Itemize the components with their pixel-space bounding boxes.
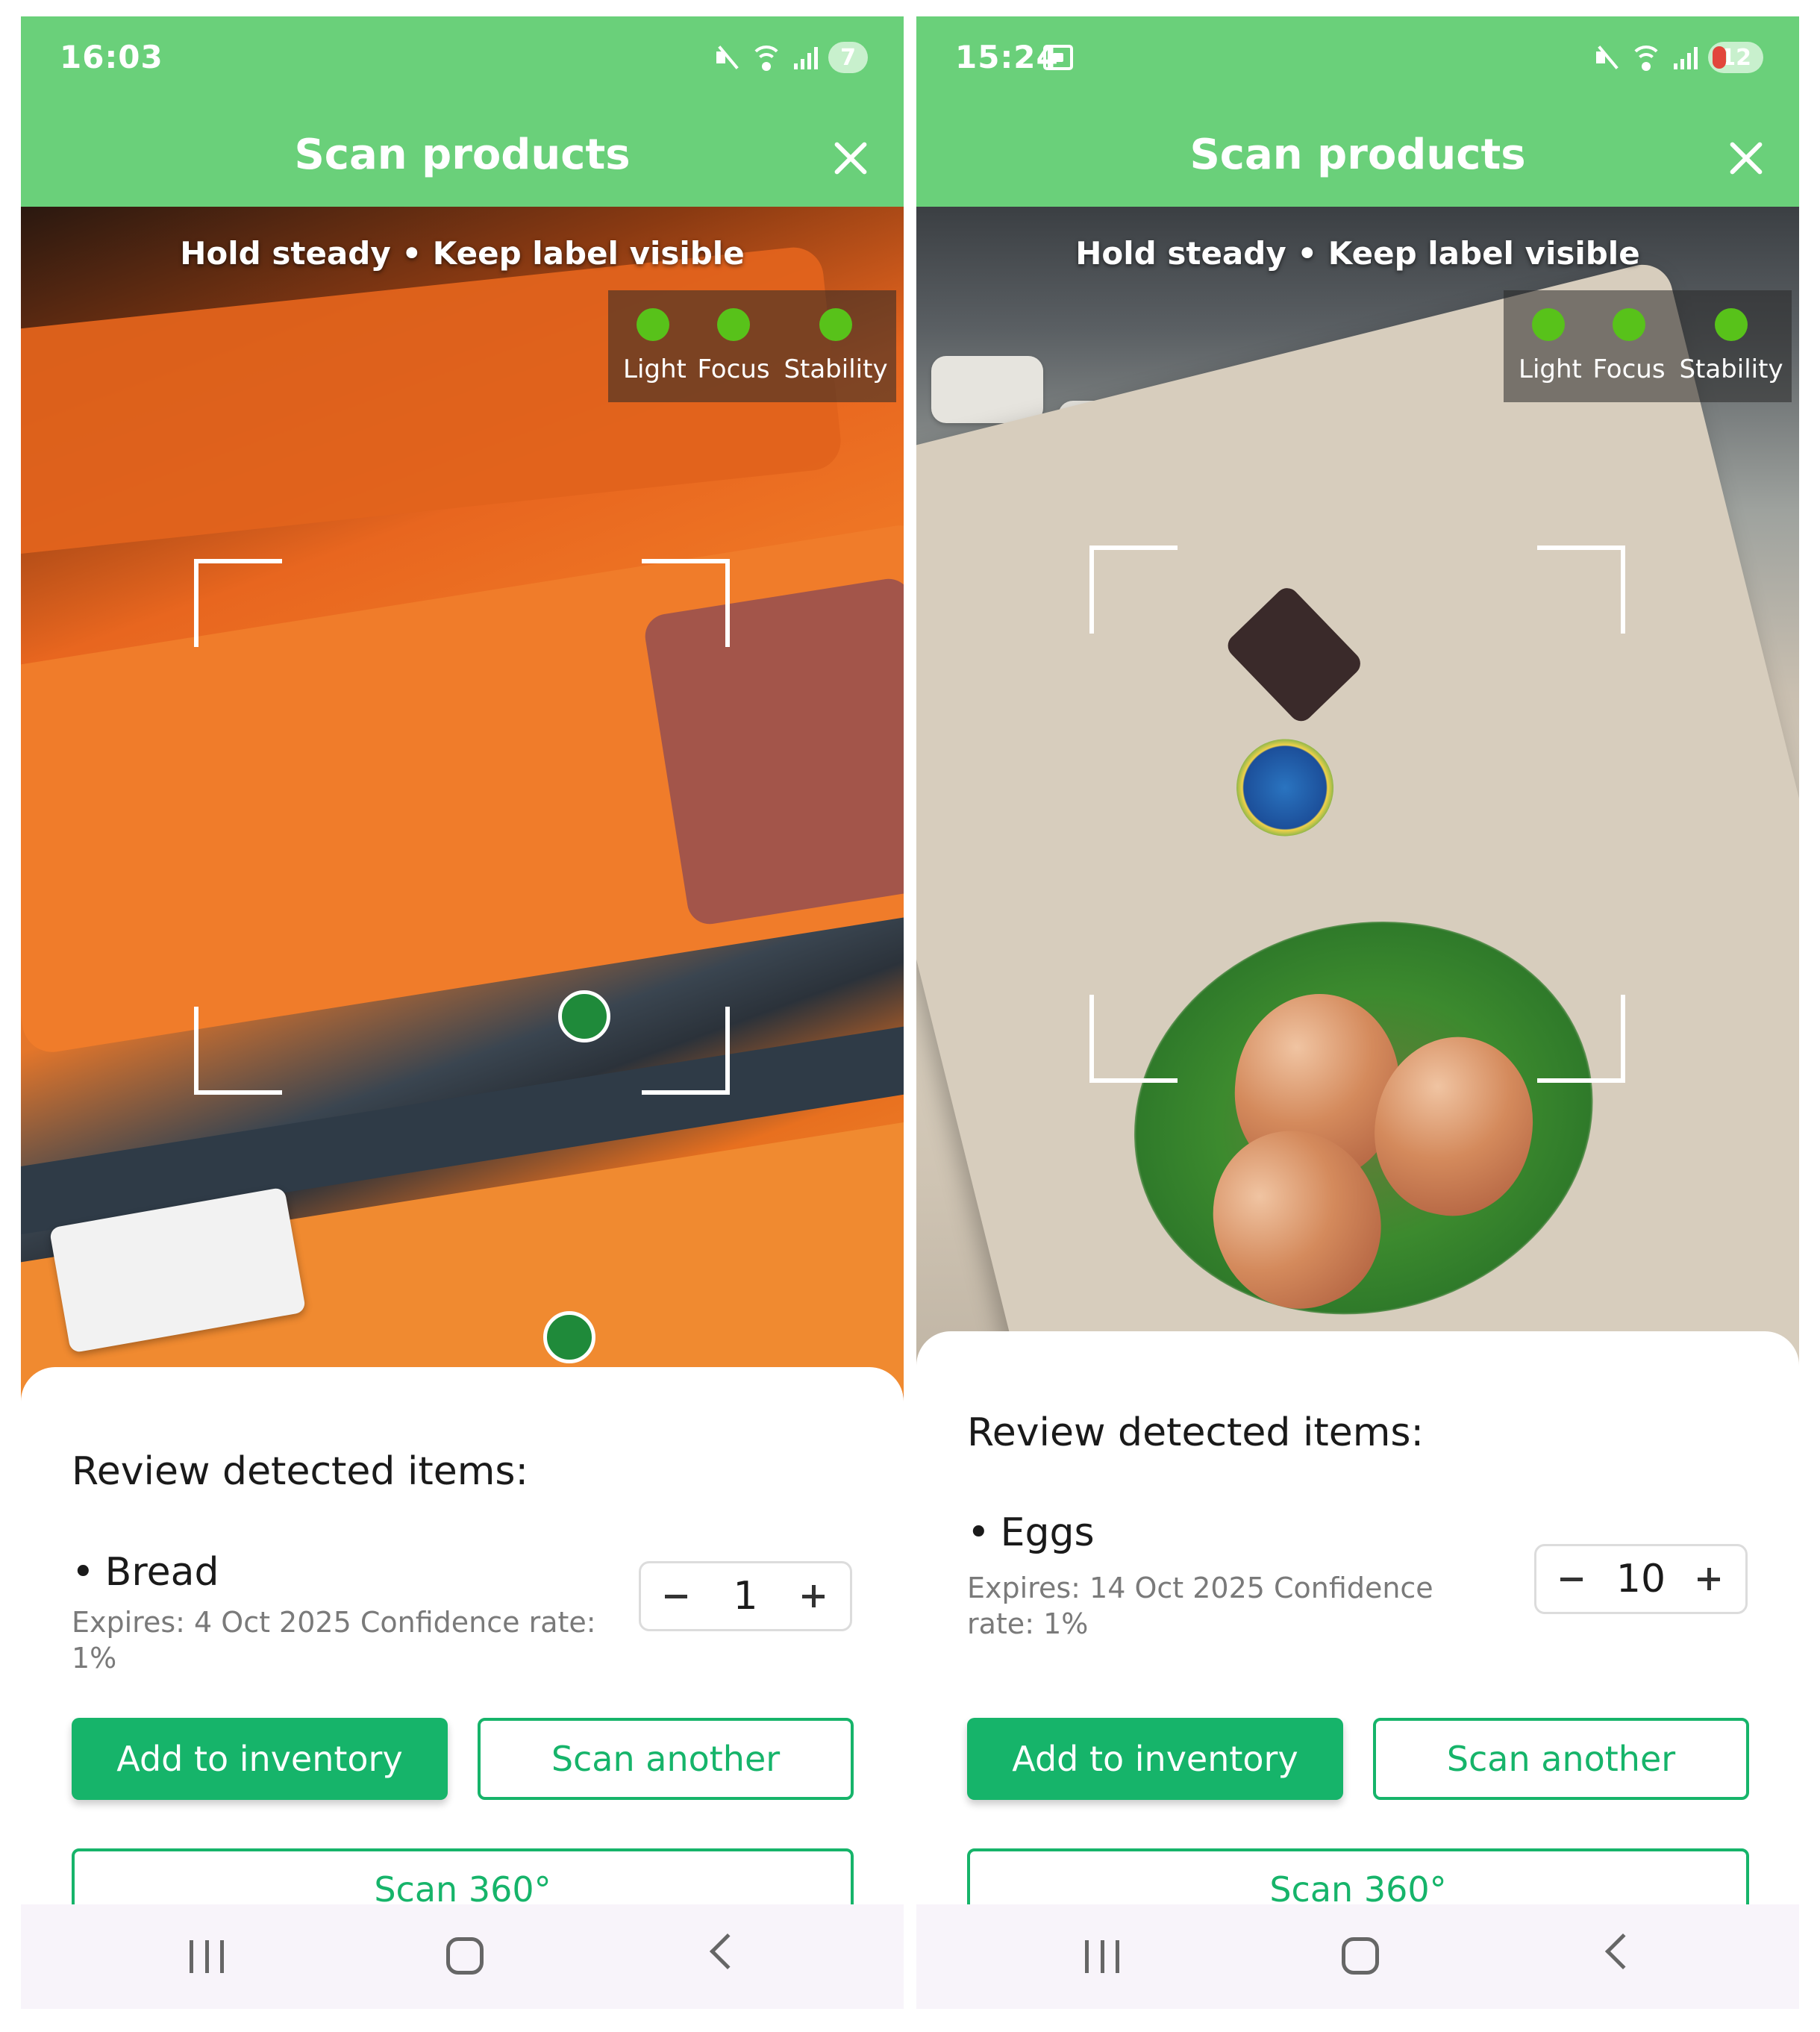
recent-apps-icon[interactable] bbox=[190, 1940, 224, 1973]
system-nav-bar bbox=[21, 1904, 904, 2009]
camera-scene-shelf-item bbox=[931, 356, 1043, 423]
wifi-icon bbox=[749, 44, 784, 71]
scan-another-button[interactable]: Scan another bbox=[478, 1718, 854, 1800]
scan-hint: Hold steady • Keep label visible bbox=[180, 235, 745, 272]
indicator-label: Focus bbox=[1592, 354, 1666, 384]
status-dot-icon bbox=[717, 308, 750, 341]
frame-corner bbox=[194, 559, 282, 647]
status-dot-icon bbox=[1715, 308, 1748, 341]
frame-corner bbox=[1089, 545, 1178, 634]
indicator-label: Stability bbox=[1679, 354, 1783, 384]
minus-icon[interactable] bbox=[660, 1580, 693, 1613]
add-to-inventory-button[interactable]: Add to inventory bbox=[72, 1718, 448, 1800]
indicator-label: Light bbox=[623, 354, 687, 384]
home-icon[interactable] bbox=[1342, 1937, 1379, 1975]
signal-icon bbox=[1674, 46, 1698, 69]
detected-item-name: Eggs bbox=[967, 1510, 1095, 1555]
frame-corner bbox=[194, 1007, 282, 1095]
status-bar: 16:03 7 bbox=[21, 16, 904, 110]
frame-corner bbox=[1089, 995, 1178, 1083]
status-time: 16:03 bbox=[60, 39, 163, 75]
frame-corner bbox=[1537, 545, 1625, 634]
quantity-stepper: 10 bbox=[1534, 1544, 1748, 1614]
status-dot-icon bbox=[637, 308, 669, 341]
camera-scene-badge bbox=[543, 1311, 595, 1363]
signal-icon bbox=[794, 46, 819, 69]
phone-screen-bread: 16:03 7 Scan products Hold steady • Keep… bbox=[21, 16, 904, 2009]
indicator-label: Stability bbox=[784, 354, 888, 384]
indicator-focus: Focus bbox=[1592, 308, 1666, 384]
app-header: Scan products bbox=[916, 110, 1799, 207]
review-title: Review detected items: bbox=[967, 1410, 1425, 1455]
frame-corner bbox=[1537, 995, 1625, 1083]
scan-hint: Hold steady • Keep label visible bbox=[1075, 235, 1640, 272]
review-title: Review detected items: bbox=[72, 1449, 529, 1494]
quantity-value[interactable]: 10 bbox=[1616, 1557, 1666, 1601]
minus-icon[interactable] bbox=[1556, 1563, 1589, 1595]
phone-screen-eggs: 15:24 12 Scan products Hold steady • Kee… bbox=[916, 16, 1799, 2009]
back-icon[interactable] bbox=[1604, 1933, 1642, 1970]
indicator-light: Light bbox=[623, 308, 687, 384]
review-sheet: Review detected items: Bread Expires: 4 … bbox=[21, 1367, 904, 1934]
status-dot-icon bbox=[1532, 308, 1565, 341]
indicator-label: Focus bbox=[697, 354, 770, 384]
scan-frame bbox=[1089, 545, 1625, 1083]
mute-icon bbox=[716, 45, 739, 70]
mute-icon bbox=[1596, 45, 1619, 70]
status-bar: 15:24 12 bbox=[916, 16, 1799, 110]
wifi-icon bbox=[1629, 44, 1663, 71]
status-dot-icon bbox=[819, 308, 852, 341]
indicator-focus: Focus bbox=[696, 308, 771, 384]
battery-indicator: 12 bbox=[1708, 42, 1763, 73]
plus-icon[interactable] bbox=[798, 1580, 831, 1613]
review-sheet: Review detected items: Eggs Expires: 14 … bbox=[916, 1331, 1799, 1934]
status-icons: 7 bbox=[716, 42, 868, 73]
quality-indicators: Light Focus Stability bbox=[608, 290, 896, 402]
detected-item-name: Bread bbox=[72, 1550, 219, 1595]
plus-icon[interactable] bbox=[1693, 1563, 1726, 1595]
quantity-stepper: 1 bbox=[639, 1561, 852, 1631]
screen-record-icon bbox=[1043, 45, 1073, 70]
camera-preview: Hold steady • Keep label visible Light F… bbox=[21, 207, 904, 1423]
indicator-label: Light bbox=[1519, 354, 1582, 384]
battery-indicator: 7 bbox=[828, 42, 868, 73]
close-icon[interactable] bbox=[831, 138, 871, 178]
scan-frame bbox=[194, 559, 730, 1095]
add-to-inventory-button[interactable]: Add to inventory bbox=[967, 1718, 1343, 1800]
system-nav-bar bbox=[916, 1904, 1799, 2009]
frame-corner bbox=[642, 559, 730, 647]
quality-indicators: Light Focus Stability bbox=[1504, 290, 1792, 402]
detected-item-details: Expires: 14 Oct 2025 Confidence rate: 1% bbox=[967, 1572, 1433, 1640]
detected-item-details: Expires: 4 Oct 2025 Confidence rate: 1% bbox=[72, 1606, 596, 1675]
camera-preview: Hold steady • Keep label visible Light F… bbox=[916, 207, 1799, 1423]
page-title: Scan products bbox=[1189, 131, 1526, 179]
frame-corner bbox=[642, 1007, 730, 1095]
quantity-value[interactable]: 1 bbox=[733, 1574, 757, 1619]
recent-apps-icon[interactable] bbox=[1085, 1940, 1119, 1973]
back-icon[interactable] bbox=[709, 1933, 746, 1970]
app-header: Scan products bbox=[21, 110, 904, 207]
close-icon[interactable] bbox=[1726, 138, 1766, 178]
home-icon[interactable] bbox=[446, 1937, 484, 1975]
indicator-light: Light bbox=[1519, 308, 1582, 384]
indicator-stability: Stability bbox=[1679, 308, 1783, 384]
status-icons: 12 bbox=[1596, 42, 1763, 73]
page-title: Scan products bbox=[294, 131, 631, 179]
scan-another-button[interactable]: Scan another bbox=[1373, 1718, 1749, 1800]
status-dot-icon bbox=[1613, 308, 1645, 341]
indicator-stability: Stability bbox=[784, 308, 888, 384]
